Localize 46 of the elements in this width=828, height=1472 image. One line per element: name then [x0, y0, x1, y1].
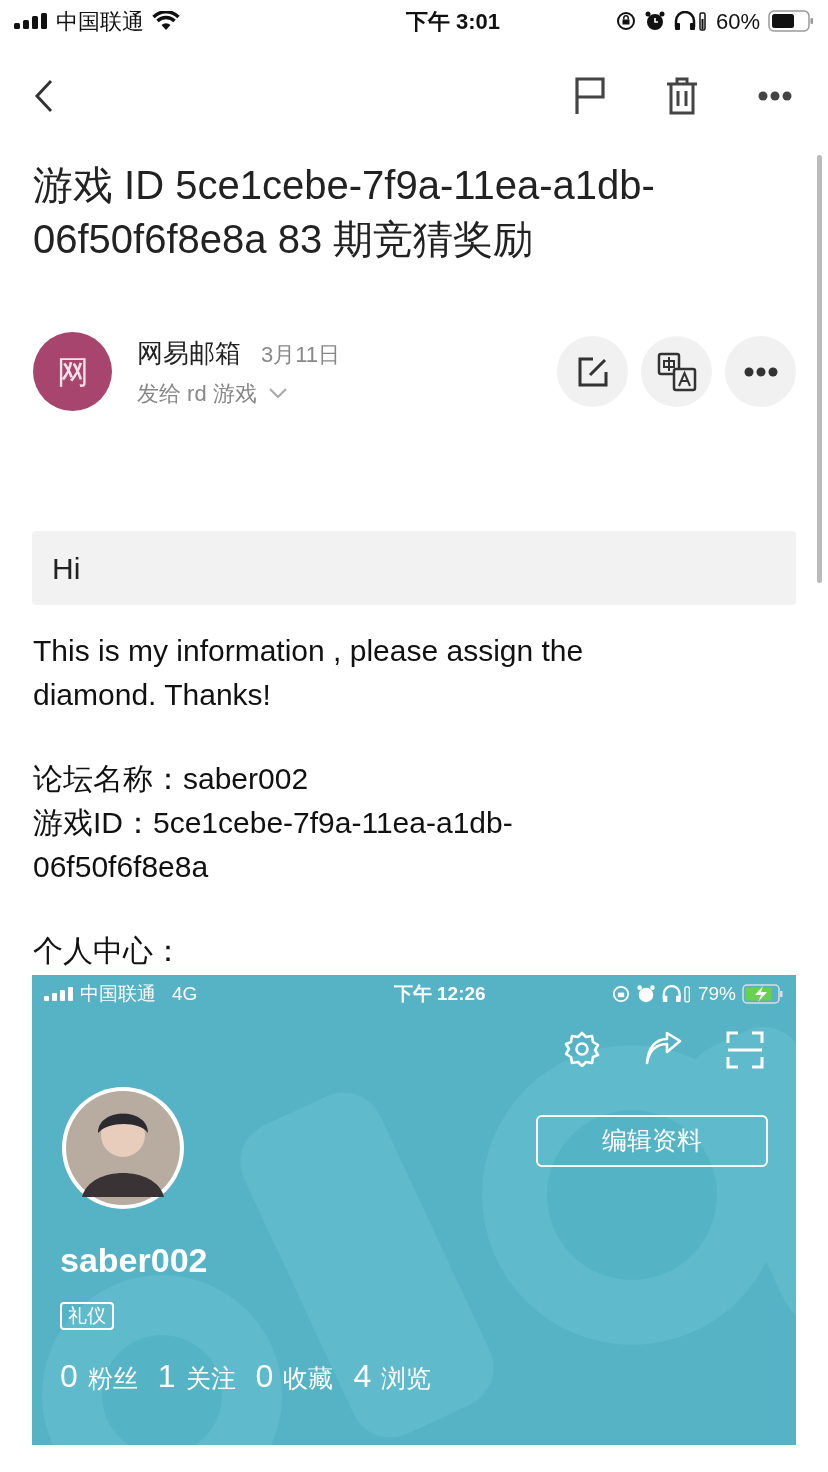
sender-name: 网易邮箱	[137, 336, 241, 370]
body-text: 论坛名称：saber002	[33, 761, 310, 797]
email-date: 3月11日	[261, 340, 341, 369]
stat-count: 1	[157, 1357, 176, 1396]
email-subject: 游戏 ID 5ce1cebe-7f9a-11ea-a1db-06f50f6f8e8a 83 期竞猜奖励	[32, 162, 656, 263]
charging-battery-icon	[742, 984, 784, 1004]
body-text: This is my information , please assign the diamond. Thanks!	[33, 633, 585, 713]
status-time: 下午 3:01	[405, 7, 501, 36]
greeting-text: Hi	[52, 550, 81, 587]
stat-label: 粉丝	[87, 1363, 138, 1394]
edit-profile-button[interactable]: 编辑资料	[536, 1115, 768, 1167]
battery-percent: 60%	[715, 7, 760, 36]
more-icon[interactable]	[758, 91, 792, 101]
body-text: 个人中心：	[33, 933, 184, 969]
profile-tag: 礼仪	[60, 1302, 114, 1330]
sender-avatar: 网	[33, 332, 112, 411]
stat-count: 4	[353, 1357, 372, 1396]
battery-icon	[768, 10, 814, 32]
rotation-lock-icon	[615, 11, 636, 31]
edit-icon	[576, 355, 609, 388]
status-time: 下午 12:26	[393, 981, 486, 1006]
carrier-name: 中国联通	[56, 7, 144, 36]
alarm-icon	[635, 984, 656, 1004]
carrier-name: 中国联通	[80, 981, 156, 1006]
wifi-icon	[152, 11, 180, 31]
stat-label: 浏览	[381, 1363, 432, 1394]
stat-label: 收藏	[283, 1363, 334, 1394]
trash-icon[interactable]	[666, 77, 698, 115]
signal-icon	[44, 987, 74, 1001]
more-icon	[743, 366, 778, 377]
alarm-icon	[643, 10, 666, 32]
translate-icon	[656, 351, 697, 392]
back-icon[interactable]	[34, 79, 54, 113]
headphones-icon	[661, 985, 692, 1003]
profile-username: saber002	[59, 1240, 209, 1281]
recipient-text: 发给 rd 游戏	[137, 379, 257, 408]
stat-label: 关注	[185, 1363, 236, 1394]
rotation-lock-icon	[611, 985, 630, 1003]
battery-percent: 79%	[697, 981, 736, 1006]
stat-count: 0	[60, 1357, 78, 1396]
headphones-icon	[673, 11, 708, 31]
flag-icon[interactable]	[574, 77, 606, 115]
body-text: 游戏ID：5ce1cebe-7f9a-11ea-a1db-06f50f6f8e8a	[33, 805, 514, 885]
stat-count: 0	[255, 1357, 274, 1396]
signal-icon	[14, 13, 48, 29]
network-type: 4G	[172, 981, 198, 1006]
